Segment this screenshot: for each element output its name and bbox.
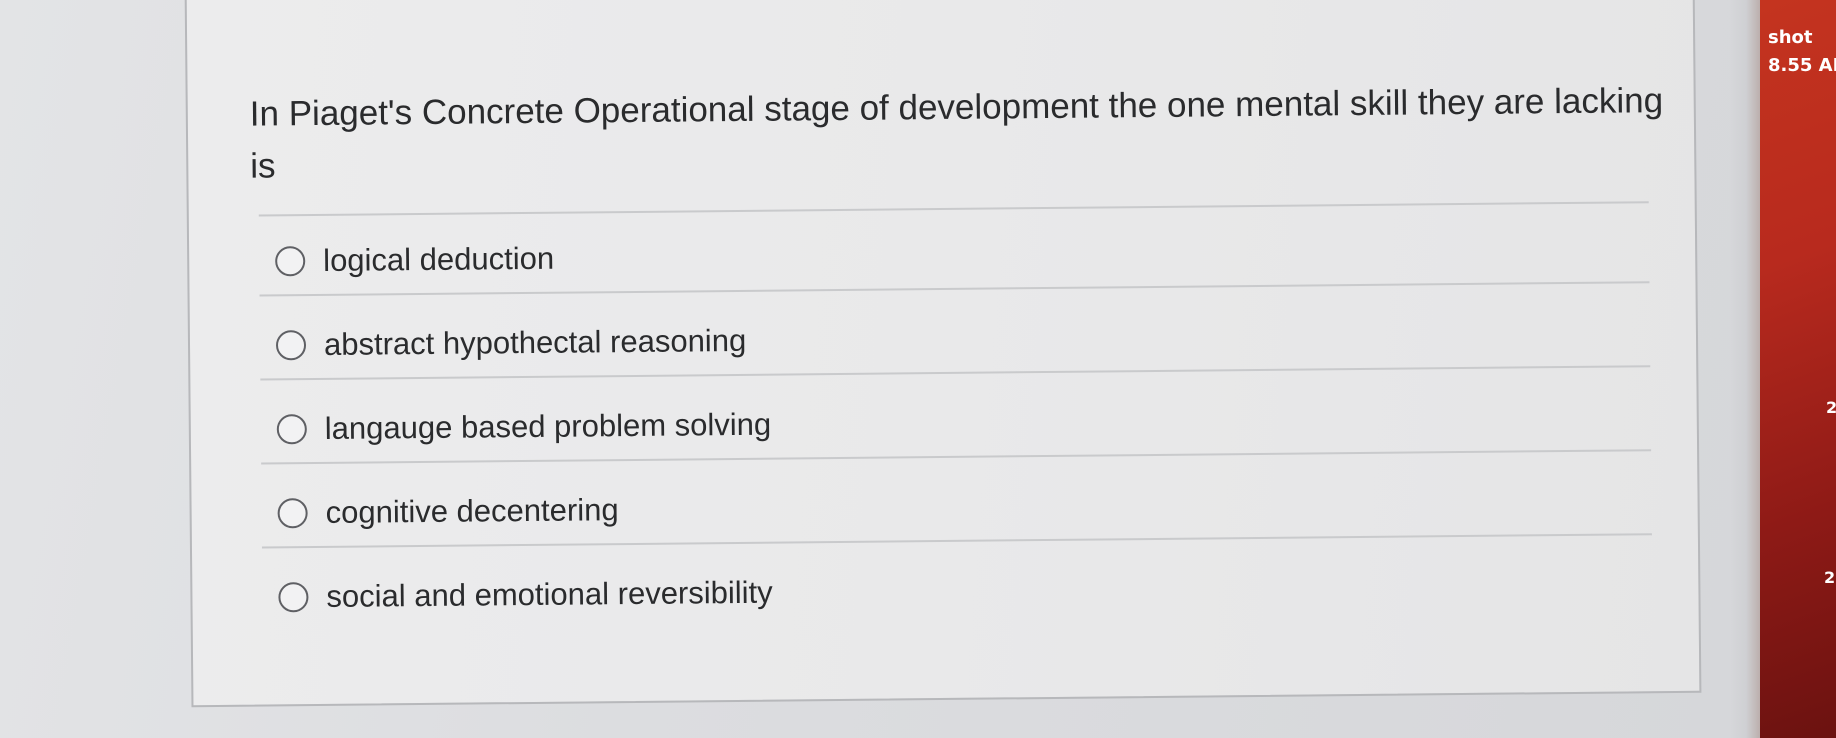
- desktop-wallpaper: [1760, 0, 1836, 738]
- answer-option-label[interactable]: cognitive decentering: [325, 492, 618, 531]
- radio-button-icon[interactable]: [278, 582, 309, 613]
- desktop-edge-number: 2: [1824, 568, 1836, 587]
- screenshot-label-line-1: shot: [1768, 27, 1813, 48]
- answer-option-label[interactable]: social and emotional reversibility: [326, 575, 773, 615]
- radio-button-icon[interactable]: [275, 246, 306, 277]
- answer-option-label[interactable]: langauge based problem solving: [325, 407, 772, 447]
- radio-button-icon[interactable]: [276, 414, 307, 445]
- screenshot-label-line-2: 8.55 AM: [1768, 55, 1836, 76]
- quiz-question-card: In Piaget's Concrete Operational stage o…: [184, 0, 1702, 708]
- desktop-edge-number: 2: [1826, 398, 1836, 417]
- question-text: In Piaget's Concrete Operational stage o…: [249, 81, 1664, 186]
- answer-option-cognitive-decentering[interactable]: cognitive decentering: [277, 485, 619, 538]
- screen-bezel: [1730, 0, 1762, 738]
- answer-option-logical-deduction[interactable]: logical deduction: [275, 234, 554, 287]
- question-divider: [258, 201, 1649, 217]
- answer-option-langauge-based-problem-solving[interactable]: langauge based problem solving: [276, 400, 772, 455]
- answer-option-label[interactable]: logical deduction: [323, 241, 554, 279]
- answer-option-social-and-emotional-reversibility[interactable]: social and emotional reversibility: [278, 568, 773, 623]
- screenshot-file-label[interactable]: shot 8.55 AM: [1768, 24, 1836, 80]
- radio-button-icon[interactable]: [275, 330, 307, 361]
- answer-option-abstract-hypothectal-reasoning[interactable]: abstract hypothectal reasoning: [275, 316, 747, 371]
- radio-button-icon[interactable]: [277, 498, 308, 529]
- answer-option-label[interactable]: abstract hypothectal reasoning: [324, 323, 747, 363]
